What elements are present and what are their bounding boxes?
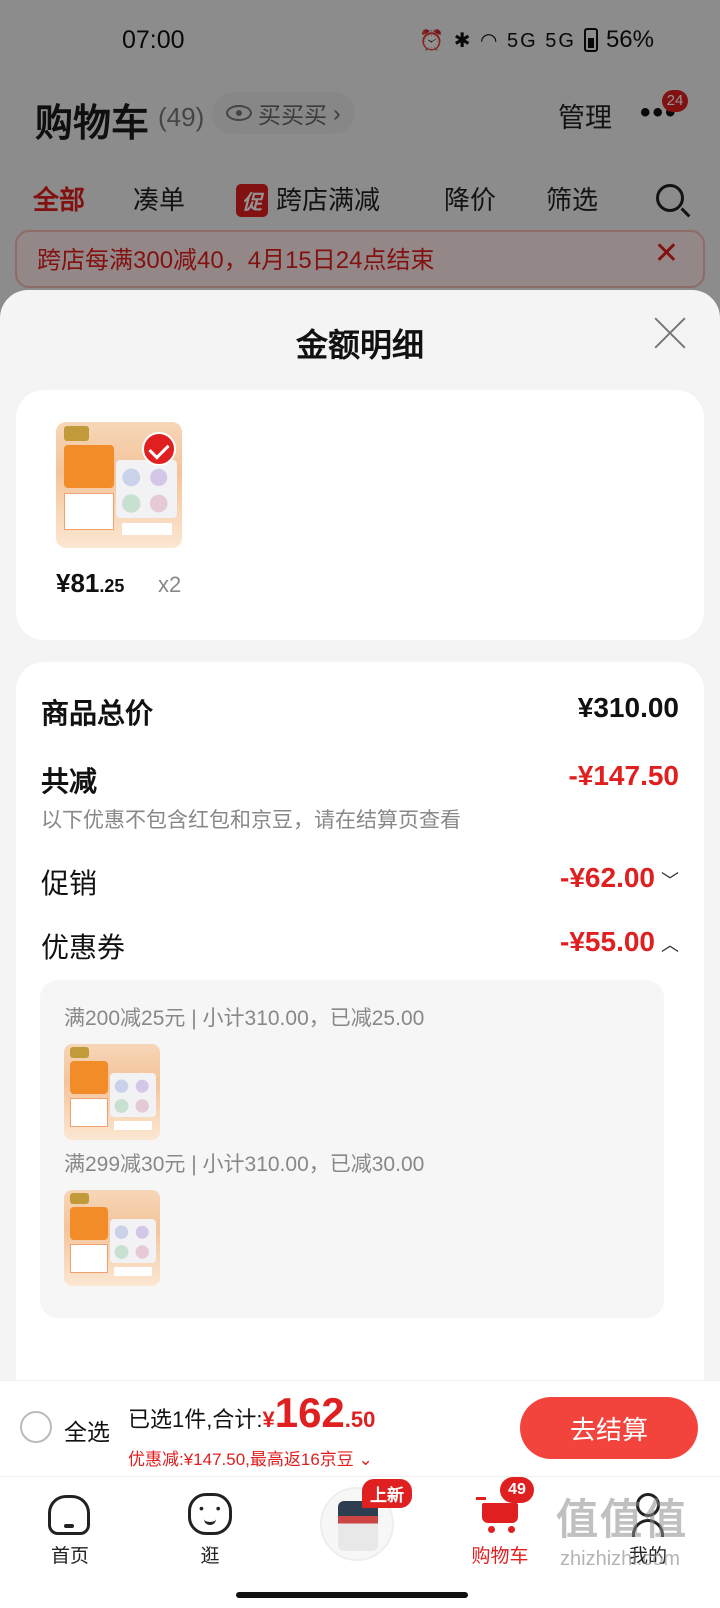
browse-face-icon <box>188 1493 232 1535</box>
chevron-down-icon: ﹀ <box>661 871 679 891</box>
checkout-bar: 全选 已选1件,合计:¥162.50 优惠减:¥147.50,最高返16京豆 ⌄… <box>0 1380 720 1476</box>
selected-summary: 已选1件,合计:¥162.50 <box>128 1389 375 1437</box>
select-all-label[interactable]: 全选 <box>64 1413 110 1447</box>
price-breakdown-card: 商品总价 ¥310.00 共减 -¥147.50 以下优惠不包含红包和京豆，请在… <box>16 662 704 1410</box>
nav-cart-label: 购物车 <box>471 1546 529 1567</box>
select-all-checkbox[interactable] <box>20 1411 52 1443</box>
promo-row[interactable]: -¥62.00 ﹀ <box>560 862 679 894</box>
cart-count-badge: 49 <box>500 1477 534 1503</box>
coupon-product-image <box>64 1044 160 1140</box>
total-value: ¥310.00 <box>577 692 679 723</box>
watermark-url: zhizhizhi.com <box>560 1548 681 1570</box>
sheet-title: 金额明细 <box>295 327 424 363</box>
coupon-details: 满200减25元 | 小计310.00，已减25.00 满299减30元 | 小… <box>40 980 664 1318</box>
coupon-label: 优惠券 <box>41 932 126 963</box>
coupon-row[interactable]: -¥55.00 ︿ <box>560 926 679 958</box>
discount-label: 共减 <box>41 766 98 797</box>
coupon-line: 满200减25元 | 小计310.00，已减25.00 <box>64 1007 425 1030</box>
coupon-value: -¥55.00 <box>560 926 655 957</box>
home-icon <box>48 1495 90 1535</box>
total-amount-dec: .50 <box>344 1407 376 1432</box>
new-product-image <box>338 1501 378 1551</box>
discount-note: 以下优惠不包含红包和京豆，请在结算页查看 <box>41 809 461 832</box>
selected-prefix: 已选1件,合计: <box>128 1407 263 1432</box>
nav-browse-label: 逛 <box>200 1546 220 1567</box>
coupon-line: 满299减30元 | 小计310.00，已减30.00 <box>64 1153 425 1176</box>
selected-products-card: ¥81.25 x2 <box>16 390 704 640</box>
checkmark-icon <box>142 432 176 466</box>
nav-home-label: 首页 <box>50 1546 89 1567</box>
checkout-button[interactable]: 去结算 <box>520 1397 698 1459</box>
total-currency: ¥ <box>262 1407 275 1432</box>
discount-value: -¥147.50 <box>568 760 679 791</box>
watermark-logo: 值值值 <box>556 1496 689 1543</box>
product-price: ¥81.25 <box>56 568 124 599</box>
total-amount-int: 162 <box>274 1389 345 1436</box>
product-quantity: x2 <box>158 572 182 597</box>
home-indicator[interactable] <box>236 1592 468 1598</box>
amount-detail-sheet: 金额明细 ¥81.25 x2 商品总价 ¥310.00 共减 -¥147.50 … <box>0 290 720 1410</box>
promo-label: 促销 <box>41 868 98 899</box>
product-price-dec: .25 <box>99 576 125 596</box>
chevron-up-icon: ︿ <box>661 935 679 955</box>
promo-value: -¥62.00 <box>560 862 655 893</box>
coupon-product-image <box>64 1190 160 1286</box>
close-icon[interactable] <box>652 314 688 350</box>
product-image[interactable] <box>56 422 182 548</box>
total-label: 商品总价 <box>41 698 154 729</box>
discount-summary[interactable]: 优惠减:¥147.50,最高返16京豆 ⌄ <box>128 1445 373 1470</box>
product-price-int: ¥81 <box>56 568 100 598</box>
new-badge: 上新 <box>362 1479 412 1508</box>
